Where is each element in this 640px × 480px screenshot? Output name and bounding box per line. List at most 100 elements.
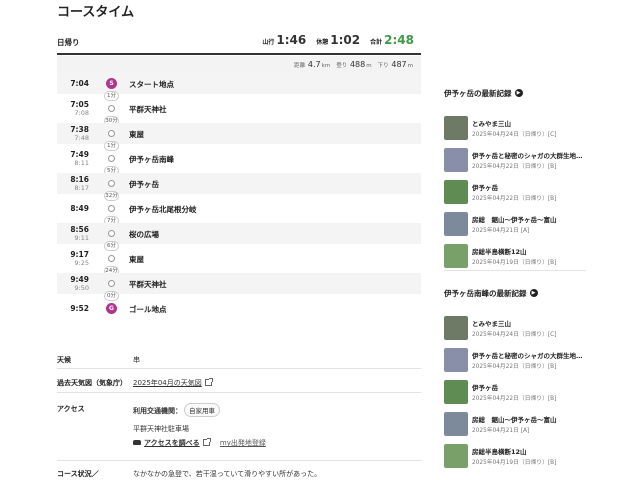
waypoint-dot-icon — [108, 280, 115, 287]
past-weather-link[interactable]: 2025年04月の天気図 — [133, 379, 202, 387]
access-search-link[interactable]: アクセスを調べる — [144, 439, 200, 447]
record-title[interactable]: 房総半島横断12山 — [472, 446, 586, 456]
arrive-time: 9:17 — [70, 250, 89, 259]
past-weather-row: 過去天気図（気象庁） 2025年04月の天気図 — [57, 369, 421, 393]
record-title[interactable]: 房総半島横断12山 — [472, 246, 586, 256]
distance-bar: 距離 4.7km 登り 488m 下り 487m — [57, 56, 421, 73]
walk-time: 山行 1:46 — [262, 33, 307, 47]
section-title[interactable]: 伊予ヶ岳南峰の最新記録 ▶ — [444, 286, 586, 300]
record-thumbnail[interactable] — [444, 148, 468, 172]
page-heading: コースタイム — [57, 5, 135, 20]
record-item[interactable]: とみやま三山 2025年04月24日（日帰り）[C] — [444, 316, 586, 342]
record-item[interactable]: とみやま三山 2025年04月24日（日帰り）[C] — [444, 116, 586, 142]
record-item[interactable]: 房総半島横断12山 2025年04月19日（日帰り）[B] — [444, 244, 586, 270]
record-thumbnail[interactable] — [444, 116, 468, 140]
record-item[interactable]: 伊予ヶ岳 2025年04月22日（日帰り）[B] — [444, 380, 586, 406]
weather-value: 串 — [133, 356, 140, 364]
waypoint-name[interactable]: 東屋 — [129, 129, 144, 140]
record-date: 2025年04月22日（日帰り）[B] — [472, 364, 557, 370]
waypoint-name[interactable]: 伊予ヶ岳南峰 — [129, 154, 174, 165]
record-item[interactable]: 房総 鋸山〜伊予ヶ岳〜富山 2025年04月21日 [A] — [444, 212, 586, 238]
record-title[interactable]: とみやま三山 — [472, 118, 586, 128]
record-thumbnail[interactable] — [444, 316, 468, 340]
waypoint-dot-icon — [108, 130, 115, 137]
record-thumbnail[interactable] — [444, 212, 468, 236]
waypoint-dot-icon — [108, 230, 115, 237]
record-title[interactable]: 伊予ヶ岳 — [472, 382, 586, 392]
record-thumbnail[interactable] — [444, 380, 468, 404]
trip-type: 日帰り — [57, 38, 80, 47]
my-start-link[interactable]: my出発地登録 — [220, 439, 266, 447]
arrow-right-icon: ▶ — [514, 89, 523, 97]
external-link-icon — [204, 378, 213, 386]
arrive-time: 9:49 — [70, 275, 89, 284]
latest-records-iyogatake: 伊予ヶ岳の最新記録 ▶ とみやま三山 2025年04月24日（日帰り）[C] 伊予ヶ岳… — [444, 86, 586, 268]
goal-marker-icon: G — [106, 303, 117, 314]
arrive-time: 7:49 — [70, 150, 89, 159]
record-thumbnail[interactable] — [444, 412, 468, 436]
depart-time: 8:11 — [74, 159, 89, 167]
record-item[interactable]: 房総 鋸山〜伊予ヶ岳〜富山 2025年04月21日 [A] — [444, 412, 586, 438]
record-title[interactable]: とみやま三山 — [472, 318, 586, 328]
waypoint-name[interactable]: 伊予ヶ岳 — [129, 179, 159, 190]
latest-records-iyogatake-south: 伊予ヶ岳南峰の最新記録 ▶ とみやま三山 2025年04月24日（日帰り）[C] 伊予… — [444, 286, 586, 468]
parking-text: 平群天神社駐車場 — [133, 425, 189, 433]
record-title[interactable]: 房総 鋸山〜伊予ヶ岳〜富山 — [472, 414, 586, 424]
course-condition-value: なかなかの急登で、若干湿っていて滑りやすい所があった。 — [133, 470, 322, 478]
waypoint-name[interactable]: 伊予ヶ岳北尾根分岐 — [129, 204, 197, 215]
record-thumbnail[interactable] — [444, 444, 468, 468]
depart-time: 9:50 — [74, 284, 89, 292]
record-date: 2025年04月21日 [A] — [472, 228, 530, 234]
waypoint-dot-icon — [108, 180, 115, 187]
arrive-time: 9:52 — [70, 304, 89, 313]
record-date: 2025年04月24日（日帰り）[C] — [472, 332, 557, 338]
record-thumbnail[interactable] — [444, 348, 468, 372]
record-date: 2025年04月22日（日帰り）[B] — [472, 196, 557, 202]
record-date: 2025年04月22日（日帰り）[B] — [472, 396, 557, 402]
course-summary: 日帰り 山行 1:46 休憩 1:02 合計 2:48 — [57, 31, 421, 55]
waypoint-name[interactable]: 平群天神社 — [129, 104, 167, 115]
record-item[interactable]: 房総半島横断12山 2025年04月19日（日帰り）[B] — [444, 444, 586, 470]
waypoint-name[interactable]: スタート地点 — [129, 79, 174, 90]
arrive-time: 8:16 — [70, 175, 89, 184]
depart-time: 8:17 — [74, 184, 89, 192]
course-condition-label: コース状況／ — [57, 470, 99, 478]
time-stats: 山行 1:46 休憩 1:02 合計 2:48 — [262, 33, 414, 47]
record-title[interactable]: 伊予ヶ岳と秘密のシャガの大群生地… — [472, 350, 586, 360]
record-date: 2025年04月19日（日帰り）[B] — [472, 460, 557, 466]
waypoint-name[interactable]: 東屋 — [129, 254, 144, 265]
record-thumbnail[interactable] — [444, 180, 468, 204]
past-weather-value: 2025年04月の天気図 — [133, 378, 213, 388]
waypoint-dot-icon — [108, 205, 115, 212]
record-date: 2025年04月19日（日帰り）[B] — [472, 260, 557, 266]
past-weather-label: 過去天気図（気象庁） — [57, 379, 127, 387]
record-thumbnail[interactable] — [444, 244, 468, 268]
rest-time: 休憩 1:02 — [316, 33, 361, 47]
access-links: アクセスを調べる my出発地登録 — [133, 438, 266, 448]
depart-time: 7:08 — [74, 109, 89, 117]
record-item[interactable]: 伊予ヶ岳と秘密のシャガの大群生地… 2025年04月22日（日帰り）[B] — [444, 348, 586, 374]
record-date: 2025年04月22日（日帰り）[B] — [472, 164, 557, 170]
record-title[interactable]: 房総 鋸山〜伊予ヶ岳〜富山 — [472, 214, 586, 224]
depart-time: 7:48 — [74, 134, 89, 142]
depart-time: 9:25 — [74, 259, 89, 267]
record-item[interactable]: 伊予ヶ岳 2025年04月22日（日帰り）[B] — [444, 180, 586, 206]
weather-label: 天候 — [57, 356, 71, 364]
waypoint-name[interactable]: ゴール地点 — [129, 304, 167, 315]
waypoint-dot-icon — [108, 105, 115, 112]
arrive-time: 8:56 — [70, 225, 89, 234]
descent-stat: 下り 487m — [377, 60, 413, 69]
ascent-stat: 登り 488m — [336, 60, 372, 69]
record-item[interactable]: 伊予ヶ岳と秘密のシャガの大群生地… 2025年04月22日（日帰り）[B] — [444, 148, 586, 174]
weather-row: 天候 串 — [57, 346, 421, 369]
record-title[interactable]: 伊予ヶ岳 — [472, 182, 586, 192]
course-condition-row: コース状況／ なかなかの急登で、若干湿っていて滑りやすい所があった。 — [57, 461, 421, 480]
arrive-time: 7:05 — [70, 100, 89, 109]
record-title[interactable]: 伊予ヶ岳と秘密のシャガの大群生地… — [472, 150, 586, 160]
arrive-time: 7:04 — [70, 79, 89, 88]
timeline-point: 9:52 G ゴール地点 — [57, 298, 421, 319]
start-marker-icon: S — [106, 78, 117, 89]
waypoint-name[interactable]: 桜の広場 — [129, 229, 159, 240]
waypoint-name[interactable]: 平群天神社 — [129, 279, 167, 290]
section-title[interactable]: 伊予ヶ岳の最新記録 ▶ — [444, 86, 586, 100]
